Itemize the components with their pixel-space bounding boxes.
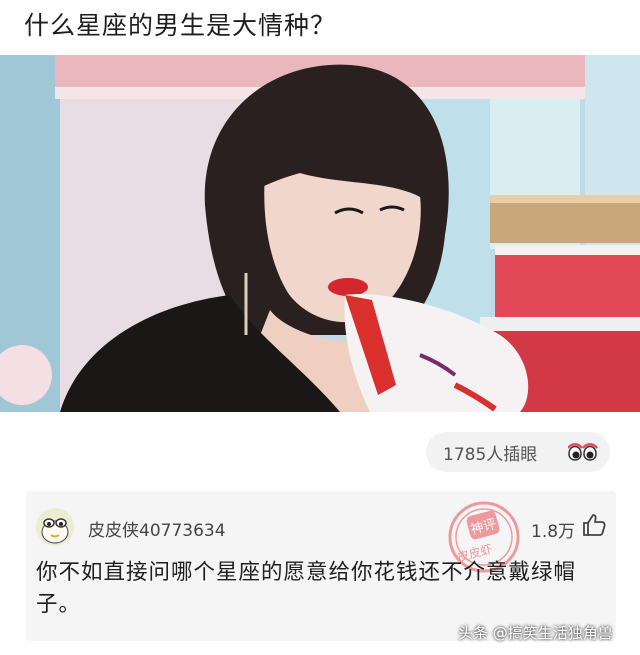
- post-title: 什么星座的男生是大情种？: [24, 11, 337, 40]
- eyes-icon: [567, 440, 598, 464]
- thumbs-up-icon[interactable]: [582, 513, 606, 537]
- post-photo[interactable]: [0, 55, 640, 412]
- god-comment-card: 皮皮侠40773634 神评 皮皮虾 1.8万 你不如直接问哪个星座的愿意给你花…: [26, 491, 616, 641]
- comment-username[interactable]: 皮皮侠40773634: [88, 516, 226, 541]
- source-watermark: 头条 @搞笑生活独角兽: [458, 624, 613, 642]
- insert-eye-reaction[interactable]: 1785人插眼: [426, 432, 610, 472]
- like-count: 1.8万: [531, 522, 576, 542]
- reaction-count: 1785人插眼: [443, 444, 538, 465]
- comment-text: 你不如直接问哪个星座的愿意给你花钱还不介意戴绿帽子。: [36, 560, 577, 617]
- avatar[interactable]: [36, 508, 74, 546]
